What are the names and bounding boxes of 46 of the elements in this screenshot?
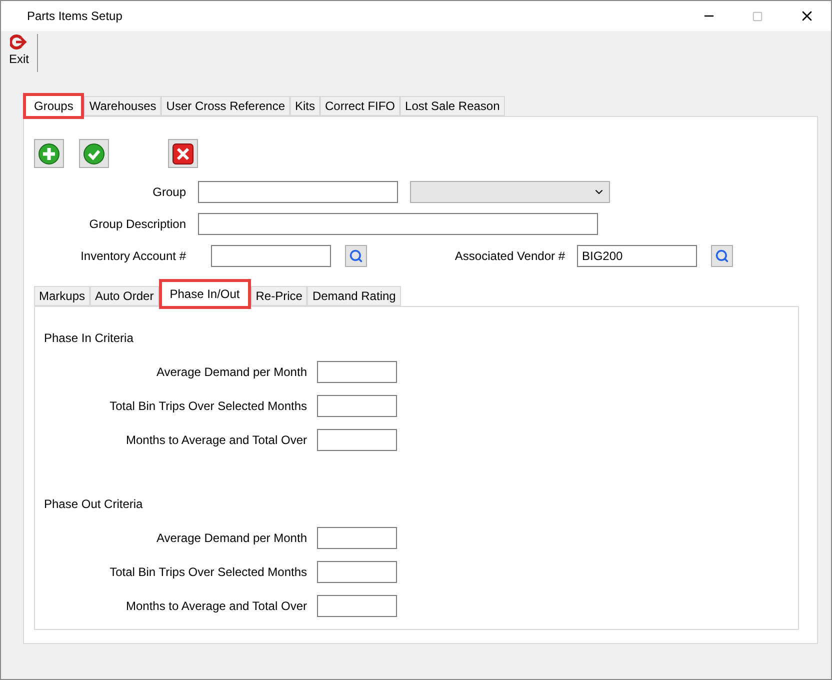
tab[interactable]: Phase In/Out xyxy=(158,279,251,309)
exit-button[interactable]: Exit xyxy=(1,34,38,72)
field-label: Group xyxy=(152,184,186,201)
input-field[interactable] xyxy=(317,527,397,549)
input-field[interactable] xyxy=(317,395,397,417)
field-label: Total Bin Trips Over Selected Months xyxy=(108,398,307,415)
tab[interactable]: Markups xyxy=(34,286,90,306)
tab[interactable]: Correct FIFO xyxy=(320,96,400,116)
inventory-account-field[interactable] xyxy=(211,245,331,267)
input-field[interactable] xyxy=(317,429,397,451)
input-field[interactable] xyxy=(317,595,397,617)
checkmark-icon xyxy=(83,142,105,164)
tab[interactable]: Demand Rating xyxy=(307,286,401,306)
group-description-field[interactable] xyxy=(198,213,598,235)
tab[interactable]: Warehouses xyxy=(84,96,162,116)
exit-icon xyxy=(10,34,28,50)
search-icon xyxy=(715,249,729,263)
save-button[interactable] xyxy=(79,139,109,168)
tab[interactable]: Lost Sale Reason xyxy=(400,96,505,116)
tab[interactable]: Auto Order xyxy=(90,286,159,306)
group-field[interactable] xyxy=(198,181,398,203)
associated-vendor-field[interactable]: BIG200 xyxy=(577,245,697,267)
tab[interactable]: User Cross Reference xyxy=(161,96,290,116)
search-icon xyxy=(349,249,363,263)
field-label: Average Demand per Month xyxy=(155,530,307,547)
search-button[interactable] xyxy=(345,245,367,267)
tab[interactable]: Re-Price xyxy=(250,286,308,306)
section-heading: Phase In Criteria xyxy=(44,330,134,347)
field-label: Average Demand per Month xyxy=(155,364,307,381)
plus-icon xyxy=(38,142,60,164)
input-field[interactable] xyxy=(317,361,397,383)
delete-button[interactable] xyxy=(168,139,198,168)
field-label: Inventory Account # xyxy=(80,248,186,265)
tab[interactable]: Groups xyxy=(23,93,84,119)
add-button[interactable] xyxy=(34,139,64,168)
field-label: Months to Average and Total Over xyxy=(124,598,307,615)
input-field[interactable] xyxy=(317,561,397,583)
section-heading: Phase Out Criteria xyxy=(44,496,144,513)
field-label: Months to Average and Total Over xyxy=(124,432,307,449)
search-button[interactable] xyxy=(711,245,733,267)
field-label: Total Bin Trips Over Selected Months xyxy=(108,564,307,581)
field-label: Group Description xyxy=(88,216,186,233)
field-label: Associated Vendor # xyxy=(454,248,565,265)
close-icon xyxy=(172,142,194,164)
window-title: Parts Items Setup xyxy=(27,8,122,25)
tab[interactable]: Kits xyxy=(290,96,320,116)
